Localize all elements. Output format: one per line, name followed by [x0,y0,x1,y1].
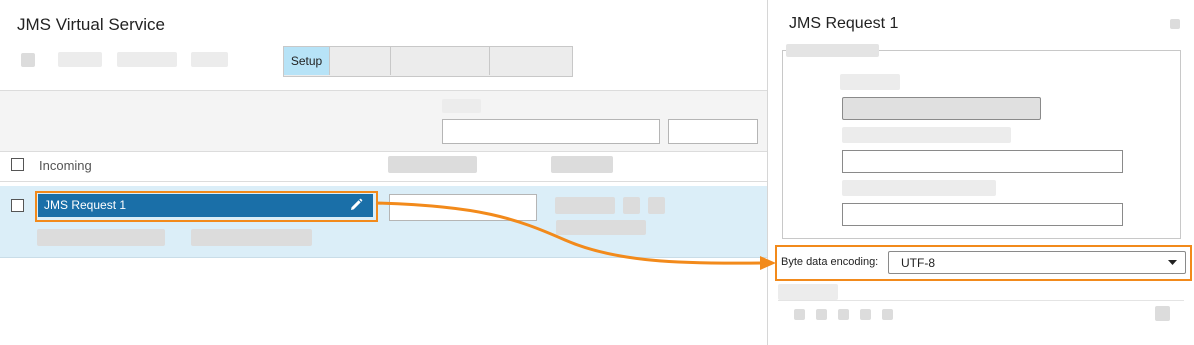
connector-arrow [375,201,776,270]
